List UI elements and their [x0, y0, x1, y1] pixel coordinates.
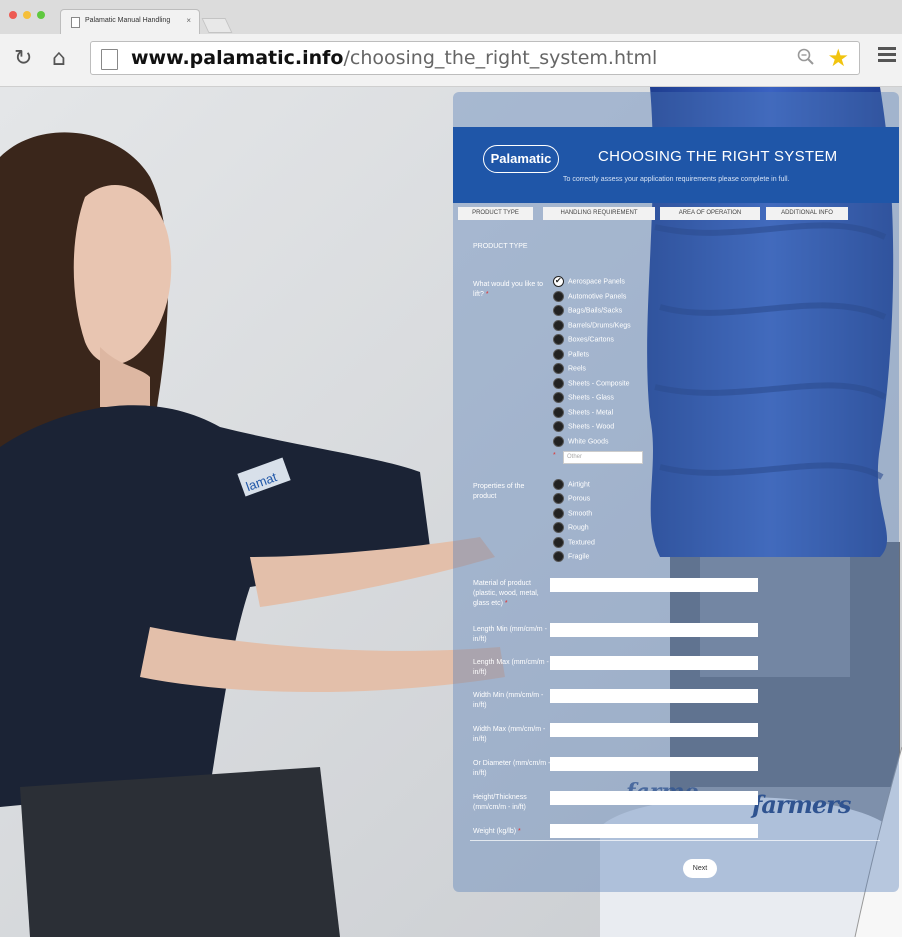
radio-icon[interactable] — [553, 551, 564, 562]
option-sheets-composite[interactable]: Sheets - Composite — [553, 378, 629, 390]
radio-icon[interactable] — [553, 508, 564, 519]
option-sheets-metal[interactable]: Sheets - Metal — [553, 407, 613, 419]
minimize-window-icon[interactable] — [23, 11, 31, 19]
url-domain: www.palamatic.info — [131, 47, 344, 69]
web-page: lamat farme farmers Palamatic CHOOSING T… — [0, 87, 902, 937]
other-required-mark: * — [553, 452, 556, 459]
option-barrels[interactable]: Barrels/Drums/Kegs — [553, 320, 631, 332]
option-white-goods[interactable]: White Goods — [553, 436, 608, 448]
home-icon[interactable]: ⌂ — [52, 46, 66, 71]
option-airtight[interactable]: Airtight — [553, 479, 590, 491]
field-label-height: Height/Thickness (mm/cm/m - in/ft) — [473, 794, 527, 811]
page-icon — [101, 49, 118, 70]
question-label-properties: Properties of the product — [473, 483, 525, 500]
option-bags[interactable]: Bags/Bails/Sacks — [553, 305, 622, 317]
radio-checked-icon[interactable] — [553, 275, 564, 287]
browser-tab-bar: Palamatic Manual Handling × — [0, 0, 902, 35]
zoom-icon[interactable] — [797, 48, 815, 71]
field-label-length-min: Length Min (mm/cm/m - in/ft) — [473, 626, 547, 643]
weight-input[interactable] — [550, 824, 758, 838]
field-label-weight: Weight (kg/lb) * — [473, 828, 521, 835]
palamatic-logo[interactable]: Palamatic — [483, 145, 559, 173]
other-input[interactable]: Other — [563, 451, 643, 464]
option-aerospace-panels[interactable]: Aerospace Panels — [553, 275, 625, 288]
material-input[interactable] — [550, 578, 758, 592]
option-smooth[interactable]: Smooth — [553, 508, 592, 520]
jeans — [20, 767, 340, 937]
field-label-diameter: Or Diameter (mm/cm/m - in/ft) — [473, 760, 551, 777]
length-max-input[interactable] — [550, 656, 758, 670]
option-automotive-panels[interactable]: Automotive Panels — [553, 291, 626, 303]
new-tab-button[interactable] — [201, 18, 233, 33]
radio-icon[interactable] — [553, 479, 564, 490]
page-icon — [71, 17, 80, 28]
radio-icon[interactable] — [553, 349, 564, 360]
option-reels[interactable]: Reels — [553, 363, 586, 375]
option-sheets-glass[interactable]: Sheets - Glass — [553, 392, 614, 404]
radio-icon[interactable] — [553, 436, 564, 447]
option-sheets-wood[interactable]: Sheets - Wood — [553, 421, 614, 433]
question-label-lift: What would you like to lift? * — [473, 281, 544, 298]
length-min-input[interactable] — [550, 623, 758, 637]
option-boxes[interactable]: Boxes/Cartons — [553, 334, 614, 346]
browser-tab[interactable]: Palamatic Manual Handling × — [60, 9, 200, 34]
step-additional-info[interactable]: ADDITIONAL INFO — [766, 207, 848, 220]
radio-icon[interactable] — [553, 291, 564, 302]
step-area-of-operation[interactable]: AREA OF OPERATION — [660, 207, 760, 220]
section-title: PRODUCT TYPE — [473, 243, 528, 250]
radio-icon[interactable] — [553, 522, 564, 533]
form-title: CHOOSING THE RIGHT SYSTEM — [598, 148, 838, 165]
next-button[interactable]: Next — [683, 859, 717, 878]
form-steps: PRODUCT TYPE HANDLING REQUIREMENT AREA O… — [453, 204, 899, 221]
field-label-width-min: Width Min (mm/cm/m - in/ft) — [473, 692, 544, 709]
menu-icon[interactable] — [878, 47, 896, 63]
radio-icon[interactable] — [553, 421, 564, 432]
form-divider — [470, 840, 880, 841]
address-bar[interactable]: www.palamatic.info/choosing_the_right_sy… — [90, 41, 860, 75]
radio-icon[interactable] — [553, 378, 564, 389]
url-path: /choosing_the_right_system.html — [343, 47, 658, 69]
radio-icon[interactable] — [553, 392, 564, 403]
option-porous[interactable]: Porous — [553, 493, 590, 505]
option-fragile[interactable]: Fragile — [553, 551, 589, 563]
maximize-window-icon[interactable] — [37, 11, 45, 19]
option-textured[interactable]: Textured — [553, 537, 595, 549]
height-input[interactable] — [550, 791, 758, 805]
field-label-material: Material of product (plastic, wood, meta… — [473, 580, 539, 607]
width-min-input[interactable] — [550, 689, 758, 703]
field-label-width-max: Width Max (mm/cm/m - in/ft) — [473, 726, 546, 743]
url-text[interactable]: www.palamatic.info/choosing_the_right_sy… — [131, 47, 657, 69]
field-label-length-max: Length Max (mm/cm/m - in/ft) — [473, 659, 549, 676]
radio-icon[interactable] — [553, 493, 564, 504]
radio-icon[interactable] — [553, 320, 564, 331]
radio-icon[interactable] — [553, 363, 564, 374]
option-pallets[interactable]: Pallets — [553, 349, 589, 361]
step-handling-requirement[interactable]: HANDLING REQUIREMENT — [543, 207, 655, 220]
browser-toolbar: ↻ ⌂ www.palamatic.info/choosing_the_righ… — [0, 34, 902, 87]
reload-icon[interactable]: ↻ — [14, 46, 32, 71]
radio-icon[interactable] — [553, 407, 564, 418]
form-subtitle: To correctly assess your application req… — [563, 176, 790, 183]
tab-title: Palamatic Manual Handling — [85, 17, 171, 24]
radio-icon[interactable] — [553, 305, 564, 316]
radio-icon[interactable] — [553, 537, 564, 548]
bookmark-star-icon[interactable]: ★ — [827, 44, 849, 73]
close-tab-icon[interactable]: × — [186, 16, 191, 25]
step-product-type[interactable]: PRODUCT TYPE — [458, 207, 533, 220]
close-window-icon[interactable] — [9, 11, 17, 19]
width-max-input[interactable] — [550, 723, 758, 737]
option-rough[interactable]: Rough — [553, 522, 589, 534]
radio-icon[interactable] — [553, 334, 564, 345]
diameter-input[interactable] — [550, 757, 758, 771]
